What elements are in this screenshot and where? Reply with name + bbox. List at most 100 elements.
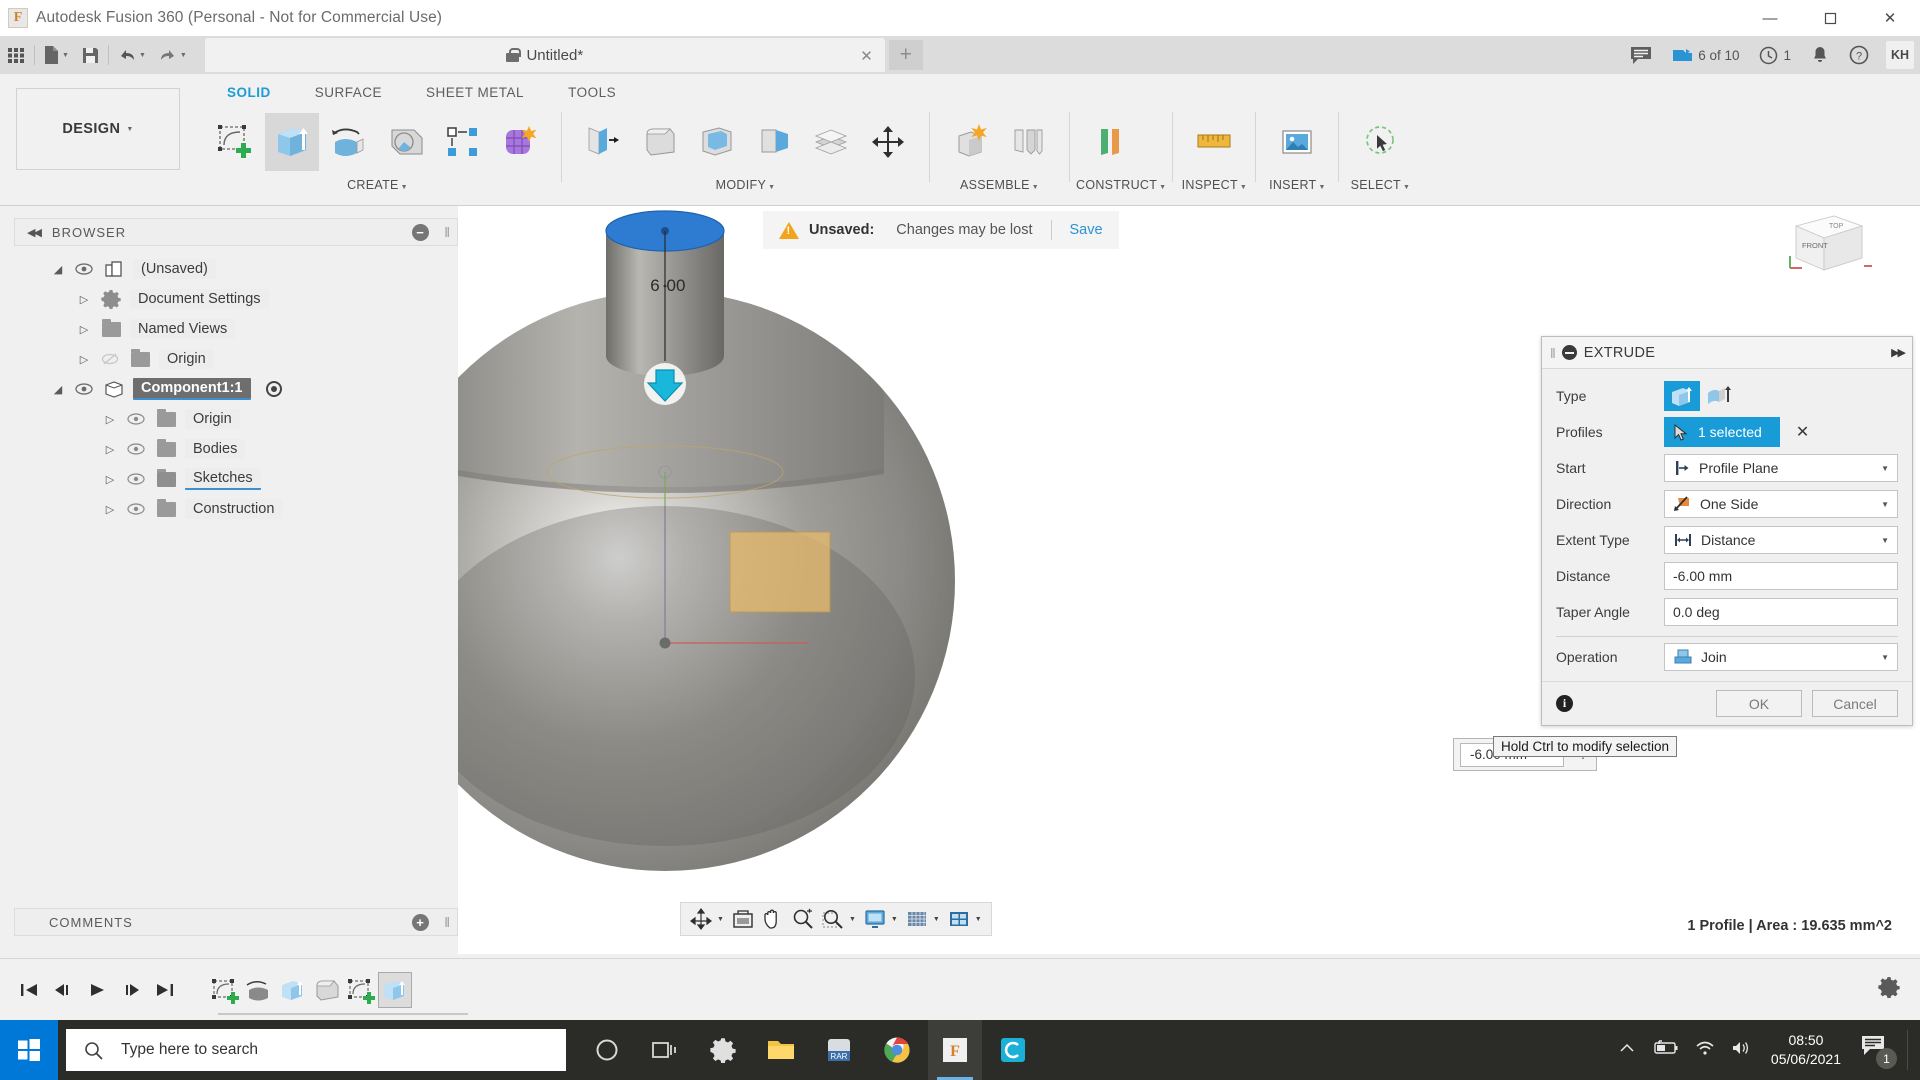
save-link[interactable]: Save <box>1070 222 1103 238</box>
cortana-icon[interactable] <box>580 1020 634 1080</box>
press-pull-icon[interactable] <box>576 113 630 171</box>
visibility-eye-off-icon[interactable] <box>99 352 121 366</box>
draft-icon[interactable] <box>747 113 801 171</box>
visibility-eye-icon-sketches[interactable] <box>125 473 147 485</box>
visibility-eye-icon-component[interactable] <box>73 383 95 395</box>
clock[interactable]: 08:50 05/06/2021 <box>1767 1031 1845 1069</box>
select-icon[interactable] <box>1353 113 1407 171</box>
look-at-icon[interactable] <box>729 905 757 933</box>
tree-item-component-origin[interactable]: ▷ Origin <box>14 404 458 434</box>
tab-tools[interactable]: TOOLS <box>546 82 638 103</box>
shell-icon[interactable] <box>690 113 744 171</box>
operation-dropdown[interactable]: Join ▼ <box>1664 643 1898 671</box>
minus-circle-icon[interactable] <box>1562 345 1577 360</box>
offset-face-icon[interactable] <box>804 113 858 171</box>
cura-icon[interactable] <box>986 1020 1040 1080</box>
recent-activity-button[interactable]: 1 <box>1750 38 1800 72</box>
comment-icon[interactable] <box>1621 38 1661 72</box>
battery-charging-icon[interactable] <box>1651 1040 1679 1061</box>
expand-triangle-icon-component[interactable]: ◢ <box>50 383 66 396</box>
tree-item-origin[interactable]: ▷ Origin <box>14 344 458 374</box>
new-component-icon[interactable] <box>944 113 998 171</box>
volume-icon[interactable] <box>1731 1040 1751 1061</box>
maximize-button[interactable] <box>1800 0 1860 36</box>
chevron-down-icon-orbit[interactable]: ▼ <box>717 916 724 923</box>
file-explorer-icon[interactable] <box>754 1020 808 1080</box>
grid-snaps-icon[interactable] <box>903 905 931 933</box>
timeline-track[interactable] <box>218 1013 468 1015</box>
taper-angle-input[interactable]: 0.0 deg <box>1664 598 1898 626</box>
display-settings-icon[interactable] <box>861 905 889 933</box>
step-backward-icon[interactable] <box>46 972 80 1008</box>
chevron-down-icon-grid[interactable]: ▼ <box>933 916 940 923</box>
visibility-eye-icon-comp-origin[interactable] <box>125 413 147 425</box>
close-button[interactable]: ✕ <box>1860 0 1920 36</box>
minimize-button[interactable]: — <box>1740 0 1800 36</box>
job-status-button[interactable]: 6 of 10 <box>1663 38 1748 72</box>
tree-item-unsaved[interactable]: ◢ (Unsaved) <box>14 254 458 284</box>
extrude-feature-icon[interactable] <box>276 972 310 1008</box>
chevron-down-icon-display[interactable]: ▼ <box>891 916 898 923</box>
profile-extrude-icon[interactable] <box>1664 381 1700 411</box>
expand-right-icon[interactable]: ▶▶ <box>1891 346 1904 359</box>
chevron-down-icon-viewports[interactable]: ▼ <box>975 916 982 923</box>
activate-component-radio[interactable] <box>266 381 282 397</box>
ribbon-group-assemble-label[interactable]: ASSEMBLE▼ <box>936 178 1063 192</box>
visibility-eye-icon[interactable] <box>73 263 95 275</box>
measure-icon[interactable] <box>1187 113 1241 171</box>
revolve-feature-icon[interactable] <box>242 972 276 1008</box>
document-tab[interactable]: Untitled* ✕ <box>205 38 885 72</box>
chevron-down-icon-workspace[interactable]: ▼ <box>126 126 133 133</box>
expand-triangle-icon-docsettings[interactable]: ▷ <box>76 293 92 306</box>
visibility-eye-icon-construction[interactable] <box>125 503 147 515</box>
dialog-grip-icon[interactable]: ‖ <box>1550 345 1555 361</box>
expand-triangle-icon-origin[interactable]: ▷ <box>76 353 92 366</box>
start-dropdown[interactable]: Profile Plane ▼ <box>1664 454 1898 482</box>
step-forward-icon[interactable] <box>114 972 148 1008</box>
ok-button[interactable]: OK <box>1716 690 1802 717</box>
winrar-icon[interactable]: RAR <box>812 1020 866 1080</box>
sketch2-feature-icon[interactable] <box>344 972 378 1008</box>
gear-icon[interactable] <box>1878 976 1900 1003</box>
avatar[interactable]: KH <box>1886 41 1914 69</box>
info-icon[interactable]: i <box>1556 695 1573 712</box>
collapse-left-icon[interactable]: ◀◀ <box>27 226 40 239</box>
ribbon-group-insert-label[interactable]: INSERT▼ <box>1262 178 1332 192</box>
expand-triangle-icon-namedviews[interactable]: ▷ <box>76 323 92 336</box>
tree-item-construction[interactable]: ▷ Construction <box>14 494 458 524</box>
new-tab-button[interactable]: + <box>889 40 923 70</box>
form-icon[interactable] <box>493 113 547 171</box>
workspace-selector[interactable]: DESIGN ▼ <box>16 88 180 170</box>
chevron-down-icon-direction[interactable]: ▼ <box>1881 500 1889 509</box>
sweep-icon[interactable] <box>379 113 433 171</box>
undo-icon[interactable]: ▼ <box>111 38 152 72</box>
help-icon[interactable]: ? <box>1840 38 1878 72</box>
expand-triangle-icon-sketches[interactable]: ▷ <box>102 473 118 486</box>
ribbon-group-create-label[interactable]: CREATE▼ <box>200 178 555 192</box>
grid-icon[interactable] <box>0 38 32 72</box>
ribbon-group-select-label[interactable]: SELECT▼ <box>1345 178 1415 192</box>
action-center-icon[interactable]: 1 <box>1861 1035 1891 1065</box>
tree-item-named-views[interactable]: ▷ Named Views <box>14 314 458 344</box>
play-icon[interactable] <box>80 972 114 1008</box>
create-sketch-icon[interactable] <box>208 113 262 171</box>
windows-start-icon[interactable] <box>0 1020 58 1080</box>
distance-input[interactable]: -6.00 mm <box>1664 562 1898 590</box>
sketch-feature-icon[interactable] <box>208 972 242 1008</box>
comments-panel[interactable]: COMMENTS + ‖ <box>14 908 458 936</box>
fillet-feature-icon[interactable] <box>310 972 344 1008</box>
move-copy-icon[interactable] <box>861 113 915 171</box>
visibility-eye-icon-bodies[interactable] <box>125 443 147 455</box>
tree-item-document-settings[interactable]: ▷ Document Settings <box>14 284 458 314</box>
browser-minimize-icon[interactable]: − <box>412 224 429 241</box>
extent-type-dropdown[interactable]: Distance ▼ <box>1664 526 1898 554</box>
close-icon[interactable]: ✕ <box>860 47 873 65</box>
view-cube[interactable]: TOP FRONT <box>1776 208 1874 288</box>
tab-sheet-metal[interactable]: SHEET METAL <box>404 82 546 103</box>
insert-image-icon[interactable] <box>1270 113 1324 171</box>
direction-dropdown[interactable]: One Side ▼ <box>1664 490 1898 518</box>
extrude-dialog-header[interactable]: ‖ EXTRUDE ▶▶ <box>1542 337 1912 369</box>
ribbon-group-construct-label[interactable]: CONSTRUCT▼ <box>1076 178 1166 192</box>
show-hidden-icons-icon[interactable] <box>1619 1041 1635 1059</box>
clear-selection-icon[interactable]: ✕ <box>1796 422 1809 442</box>
